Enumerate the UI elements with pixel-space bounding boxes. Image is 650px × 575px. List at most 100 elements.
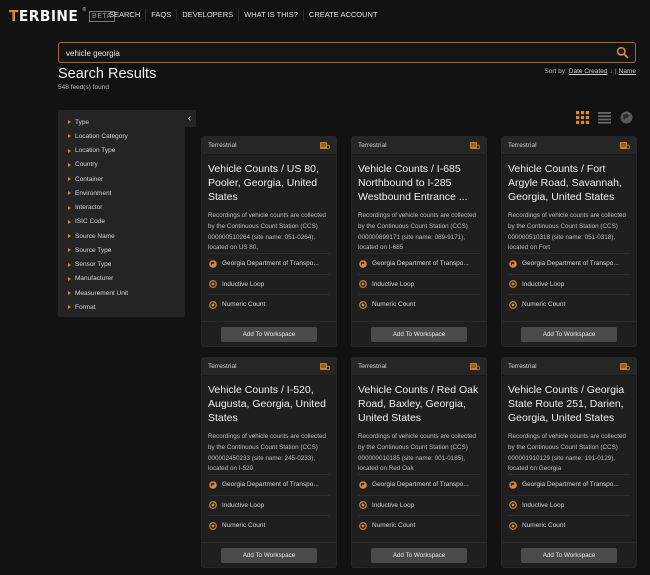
caret-right-icon <box>68 219 71 224</box>
filter-location-type[interactable]: Location Type <box>58 144 185 158</box>
sensor-icon <box>209 280 217 289</box>
add-to-workspace-button[interactable]: Add To Workspace <box>221 326 317 342</box>
filter-label: ISIC Code <box>75 218 105 226</box>
card-title[interactable]: Vehicle Counts / US 80, Pooler, Georgia,… <box>202 155 336 208</box>
card-unit: Numeric Count <box>508 294 630 315</box>
filter-container[interactable]: Container <box>58 172 185 186</box>
add-to-workspace-button[interactable]: Add To Workspace <box>221 547 317 563</box>
terrestrial-type-icon <box>620 363 630 371</box>
filter-sensor-type[interactable]: Sensor Type <box>58 258 185 272</box>
nav-what-is-this[interactable]: WHAT IS THIS? <box>239 9 304 21</box>
card-title[interactable]: Vehicle Counts / I-685 Northbound to I-2… <box>352 155 486 208</box>
card-unit: Numeric Count <box>208 515 330 536</box>
measurement-unit: Numeric Count <box>372 522 416 530</box>
add-to-workspace-button[interactable]: Add To Workspace <box>521 547 617 563</box>
card-source: Georgia Department of Transpo... <box>358 474 480 495</box>
filter-label: Measurement Unit <box>75 289 129 297</box>
terrestrial-type-icon <box>320 142 330 150</box>
sort-date-created[interactable]: Date Created <box>569 68 608 75</box>
filter-label: Source Type <box>75 246 112 254</box>
feed-card[interactable]: Terrestrial Vehicle Counts / I-520, Augus… <box>201 357 337 568</box>
card-footer: Add To Workspace <box>202 321 336 346</box>
feed-card[interactable]: Terrestrial Vehicle Counts / Red Oak Road… <box>351 357 487 568</box>
chevron-left-icon: ‹ <box>187 113 192 124</box>
feed-card[interactable]: Terrestrial Vehicle Counts / Fort Argyle … <box>501 136 637 347</box>
sensor-icon <box>359 280 367 289</box>
caret-right-icon <box>68 262 71 267</box>
card-header: Terrestrial <box>202 358 336 376</box>
source-name: Georgia Department of Transpo... <box>522 481 619 489</box>
filter-isic-code[interactable]: ISIC Code <box>58 215 185 229</box>
logo-wordmark: TERBINE <box>9 7 79 25</box>
filter-label: Sensor Type <box>75 261 112 269</box>
sort-control: Sort by: Date Created ↓ | Name <box>544 68 636 75</box>
caret-right-icon <box>68 205 71 210</box>
filter-measurement-unit[interactable]: Measurement Unit <box>58 286 185 300</box>
search-bar <box>58 42 636 63</box>
card-sensor: Inductive Loop <box>358 494 480 516</box>
top-nav: TERBINE ® BETA SEARCH FAQS DEVELOPERS WH… <box>0 0 650 32</box>
search-icon[interactable] <box>616 46 629 59</box>
caret-right-icon <box>68 248 71 253</box>
card-type: Terrestrial <box>358 142 387 149</box>
card-header: Terrestrial <box>352 137 486 155</box>
measurement-unit-icon <box>359 300 367 309</box>
filter-label: Format <box>75 303 96 311</box>
nav-faqs[interactable]: FAQS <box>146 9 178 21</box>
caret-right-icon <box>68 162 71 167</box>
filter-interactor[interactable]: Interactor <box>58 201 185 215</box>
feed-card[interactable]: Terrestrial Vehicle Counts / US 80, Poole… <box>201 136 337 347</box>
measurement-unit-icon <box>509 521 517 530</box>
card-unit: Numeric Count <box>358 515 480 536</box>
nav-create-account[interactable]: CREATE ACCOUNT <box>304 9 383 21</box>
sensor-icon <box>509 501 517 510</box>
filter-label: Container <box>75 175 104 183</box>
collapse-sidebar-button[interactable]: ‹ <box>183 110 196 127</box>
caret-right-icon <box>68 291 71 296</box>
add-to-workspace-button[interactable]: Add To Workspace <box>371 326 467 342</box>
filter-source-name[interactable]: Source Name <box>58 229 185 243</box>
sensor-type: Inductive Loop <box>522 501 565 509</box>
feed-card[interactable]: Terrestrial Vehicle Counts / I-685 Northb… <box>351 136 487 347</box>
card-source: Georgia Department of Transpo... <box>208 474 330 495</box>
list-view-icon[interactable] <box>598 111 611 124</box>
search-input[interactable] <box>66 46 606 60</box>
feed-card[interactable]: Terrestrial Vehicle Counts / Georgia Stat… <box>501 357 637 568</box>
sort-separator: | <box>614 68 617 75</box>
map-view-icon[interactable] <box>620 111 633 124</box>
nav-search[interactable]: SEARCH <box>104 9 147 21</box>
add-to-workspace-button[interactable]: Add To Workspace <box>521 326 617 342</box>
sensor-type: Inductive Loop <box>222 280 265 288</box>
card-description: Recordings of vehicle counts are collect… <box>208 433 326 473</box>
card-title[interactable]: Vehicle Counts / Georgia State Route 251… <box>502 376 636 429</box>
card-title[interactable]: Vehicle Counts / Fort Argyle Road, Savan… <box>502 155 636 208</box>
card-type: Terrestrial <box>208 363 237 370</box>
sort-label: Sort by: <box>544 68 567 75</box>
card-description: Recordings of vehicle counts are collect… <box>358 433 476 473</box>
add-to-workspace-button[interactable]: Add To Workspace <box>371 547 467 563</box>
filter-manufacturer[interactable]: Manufacturer <box>58 272 185 286</box>
card-meta: Georgia Department of Transpo... Inductiv… <box>208 253 330 315</box>
nav-developers[interactable]: DEVELOPERS <box>177 9 240 21</box>
nav-links: SEARCH FAQS DEVELOPERS WHAT IS THIS? CRE… <box>104 9 383 21</box>
card-title[interactable]: Vehicle Counts / Red Oak Road, Baxley, G… <box>352 376 486 429</box>
filter-location-category[interactable]: Location Category <box>58 129 185 143</box>
filter-environment[interactable]: Environment <box>58 186 185 200</box>
card-type: Terrestrial <box>358 363 387 370</box>
filter-country[interactable]: Country <box>58 158 185 172</box>
sensor-type: Inductive Loop <box>372 501 415 509</box>
measurement-unit: Numeric Count <box>222 522 266 530</box>
filter-source-type[interactable]: Source Type <box>58 243 185 257</box>
sort-direction-icon[interactable]: ↓ <box>609 68 613 75</box>
logo[interactable]: TERBINE ® BETA <box>9 7 115 25</box>
filter-format[interactable]: Format <box>58 300 185 314</box>
sort-name[interactable]: Name <box>619 68 636 75</box>
globe-icon <box>359 259 367 268</box>
card-title[interactable]: Vehicle Counts / I-520, Augusta, Georgia… <box>202 376 336 429</box>
measurement-unit-icon <box>509 300 517 309</box>
grid-view-icon[interactable] <box>576 111 589 124</box>
measurement-unit-icon <box>209 521 217 530</box>
card-unit: Numeric Count <box>208 294 330 315</box>
card-unit: Numeric Count <box>508 515 630 536</box>
filter-type[interactable]: Type <box>58 115 185 129</box>
